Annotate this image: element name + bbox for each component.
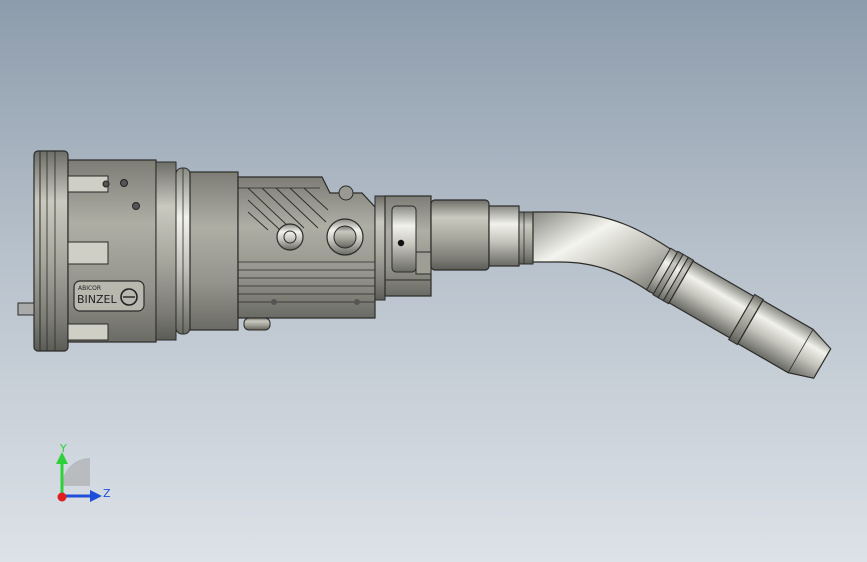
rear-flange (17, 150, 69, 352)
x-axis-dot (57, 492, 67, 502)
clamp-block (374, 195, 432, 301)
gear-housing (237, 176, 376, 331)
z-axis-label: Z (103, 487, 111, 500)
front-tube (430, 199, 534, 271)
brand-logo: ABICOR BINZEL (73, 280, 145, 312)
axis-triad: Y Z (56, 442, 111, 502)
rear-housing: ABICOR BINZEL (67, 159, 157, 343)
nozzle (645, 247, 832, 379)
z-axis-arrow (90, 490, 102, 502)
svg-text:BINZEL: BINZEL (77, 293, 118, 306)
gooseneck (532, 211, 673, 293)
cad-viewport[interactable]: ABICOR BINZEL Y Z (0, 0, 867, 562)
main-cylinder (189, 171, 239, 331)
ring-grooves (155, 161, 191, 341)
svg-text:ABICOR: ABICOR (78, 285, 101, 292)
torch-model[interactable]: ABICOR BINZEL (17, 150, 835, 386)
y-axis-label: Y (59, 442, 67, 455)
